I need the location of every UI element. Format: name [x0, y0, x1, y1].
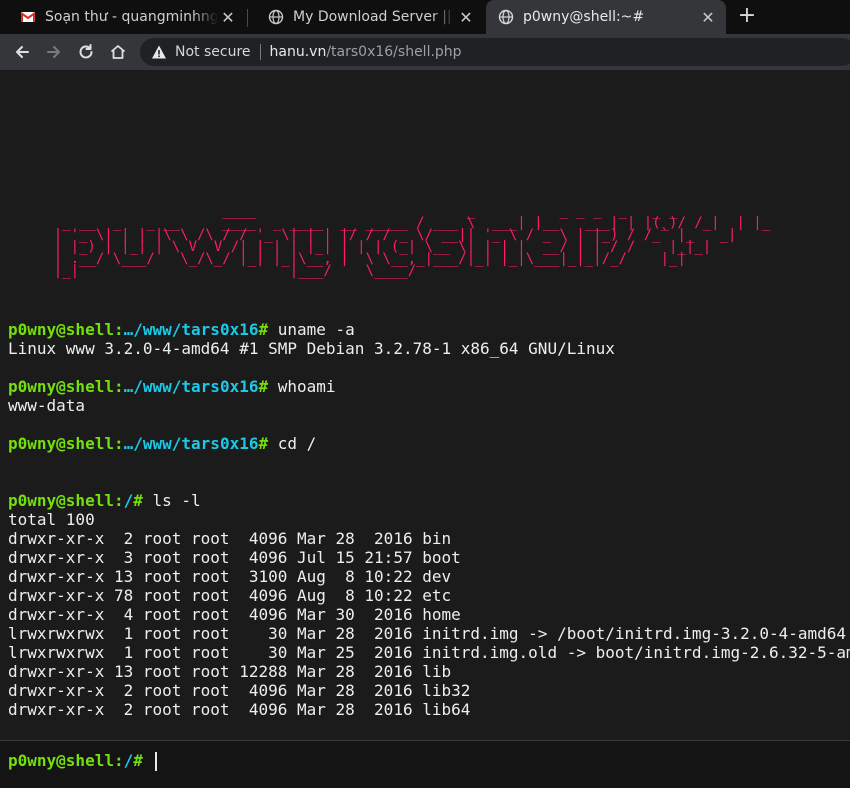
prompt-dir: …/www/tars0x16: [123, 434, 259, 453]
security-label[interactable]: Not secure: [175, 44, 251, 60]
tab-strip: Soạn thư - quangminhnguyen ✕ My Download…: [0, 0, 850, 34]
command-text: uname -a: [277, 320, 355, 339]
new-tab-button[interactable]: +: [735, 5, 759, 29]
reload-button[interactable]: [74, 40, 98, 64]
terminal-output-line: lrwxrwxrwx 1 root root 30 Mar 28 2016 in…: [8, 624, 847, 643]
prompt-user: p0wny@shell: [8, 320, 114, 339]
close-icon[interactable]: ✕: [698, 7, 718, 27]
url-host: hanu.vn: [269, 44, 327, 60]
command-input-bar[interactable]: p0wny@shell:/#: [0, 741, 850, 788]
forward-button[interactable]: [42, 40, 66, 64]
prompt-user: p0wny@shell: [8, 751, 114, 770]
terminal-command-line: p0wny@shell:…/www/tars0x16# cd /: [8, 434, 317, 453]
address-divider: [259, 44, 261, 60]
command-text: whoami: [277, 377, 336, 396]
address-bar[interactable]: Not secure hanu.vn/tars0x16/shell.php: [140, 38, 850, 66]
prompt-user: p0wny@shell: [8, 434, 114, 453]
terminal-command-line: p0wny@shell:…/www/tars0x16# whoami: [8, 377, 336, 396]
prompt-user: p0wny@shell: [8, 377, 114, 396]
prompt-user: p0wny@shell: [8, 491, 114, 510]
close-icon[interactable]: ✕: [218, 7, 238, 27]
terminal-output-line: drwxr-xr-x 3 root root 4096 Jul 15 21:57…: [8, 548, 461, 567]
tab-p0wny-shell[interactable]: p0wny@shell:~# ✕: [486, 0, 726, 34]
tab-download-server[interactable]: My Download Server || ✕: [248, 0, 484, 34]
url-path: /tars0x16/shell.php: [326, 44, 462, 60]
terminal-output-line: www-data: [8, 396, 86, 415]
globe-icon: [498, 9, 514, 25]
terminal-output-line: drwxr-xr-x 2 root root 4096 Mar 28 2016 …: [8, 529, 452, 548]
prompt-dir: /: [123, 751, 134, 770]
prompt-dir: …/www/tars0x16: [123, 377, 259, 396]
back-button[interactable]: [10, 40, 34, 64]
tab-title: Soạn thư - quangminhnguyen: [45, 9, 218, 25]
terminal-output-line: lrwxrwxrwx 1 root root 30 Mar 25 2016 in…: [8, 643, 850, 662]
warning-icon: [152, 45, 166, 59]
reload-icon: [79, 44, 93, 59]
tab-title: p0wny@shell:~#: [523, 9, 645, 25]
close-icon[interactable]: ✕: [456, 7, 476, 27]
globe-icon: [268, 9, 284, 25]
terminal-output-line: drwxr-xr-x 4 root root 4096 Mar 30 2016 …: [8, 605, 461, 624]
shell-page: ____ _ _ _ _ _ _ _ _ __ _ _ __ ____ _ __…: [0, 70, 850, 788]
ascii-banner: ____ _ _ _ _ _ _ _ _ __ _ _ __ ____ _ __…: [53, 203, 771, 279]
terminal-command-line: p0wny@shell:…/www/tars0x16# uname -a: [8, 320, 355, 339]
home-icon: [110, 45, 126, 59]
command-text: ls -l: [152, 491, 201, 510]
terminal-output: p0wny@shell:…/www/tars0x16# uname -a Linu…: [8, 320, 850, 722]
terminal-command-line: p0wny@shell:/# ls -l: [8, 491, 201, 510]
terminal-output-line: Linux www 3.2.0-4-amd64 #1 SMP Debian 3.…: [8, 339, 615, 358]
prompt-symbol: #: [133, 751, 143, 770]
terminal-output-line: drwx------ 2 root root 16384 Mar 25 2016…: [8, 719, 850, 722]
arrow-right-icon: [47, 46, 60, 58]
command-text: cd /: [277, 434, 317, 453]
gmail-icon: [20, 12, 36, 22]
browser-toolbar: Not secure hanu.vn/tars0x16/shell.php: [0, 34, 850, 70]
terminal-output-line: drwxr-xr-x 78 root root 4096 Aug 8 10:22…: [8, 586, 452, 605]
tab-gmail[interactable]: Soạn thư - quangminhnguyen ✕: [0, 0, 246, 34]
terminal-output-line: drwxr-xr-x 13 root root 3100 Aug 8 10:22…: [8, 567, 452, 586]
terminal-output-line: drwxr-xr-x 13 root root 12288 Mar 28 201…: [8, 662, 452, 681]
terminal-output-line: drwxr-xr-x 2 root root 4096 Mar 28 2016 …: [8, 681, 471, 700]
prompt-dir: …/www/tars0x16: [123, 320, 259, 339]
home-button[interactable]: [106, 40, 130, 64]
arrow-left-icon: [16, 46, 29, 58]
terminal-output-line: total 100: [8, 510, 95, 529]
terminal-output-line: drwxr-xr-x 2 root root 4096 Mar 28 2016 …: [8, 700, 471, 719]
text-cursor[interactable]: [155, 752, 157, 771]
tab-title: My Download Server ||: [293, 9, 452, 25]
prompt-dir: /: [123, 491, 134, 510]
